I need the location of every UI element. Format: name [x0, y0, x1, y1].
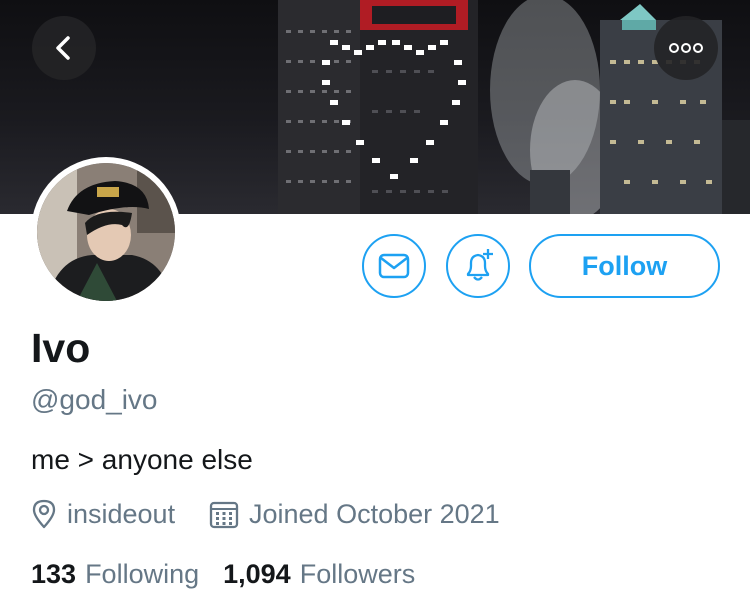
back-arrow-icon	[56, 36, 70, 60]
profile-joined-date: Joined October 2021	[209, 494, 500, 534]
profile-bio: me > anyone else	[31, 444, 253, 475]
followers-count[interactable]: 1,094	[223, 559, 291, 590]
envelope-icon	[378, 253, 410, 279]
message-button[interactable]	[362, 234, 426, 298]
following-label[interactable]: Following	[85, 559, 199, 590]
following-count[interactable]: 133	[31, 559, 76, 590]
followers-label[interactable]: Followers	[300, 559, 416, 590]
profile-location: insideout	[31, 494, 175, 534]
profile-handle: @god_ivo	[31, 384, 158, 415]
avatar-photo	[37, 163, 175, 301]
back-button[interactable]	[32, 16, 96, 80]
profile-name: Ivo	[31, 325, 91, 371]
calendar-icon	[209, 501, 239, 529]
profile-stats: 133 Following 1,094 Followers	[31, 554, 439, 594]
notifications-button[interactable]	[446, 234, 510, 298]
avatar[interactable]	[31, 157, 181, 307]
follow-button[interactable]: Follow	[529, 234, 720, 298]
bell-plus-icon	[466, 249, 493, 281]
more-options-icon	[669, 43, 703, 53]
more-options-button[interactable]	[654, 16, 718, 80]
location-pin-icon	[32, 499, 56, 529]
location-text: insideout	[67, 498, 176, 529]
joined-text: Joined October 2021	[249, 498, 500, 529]
